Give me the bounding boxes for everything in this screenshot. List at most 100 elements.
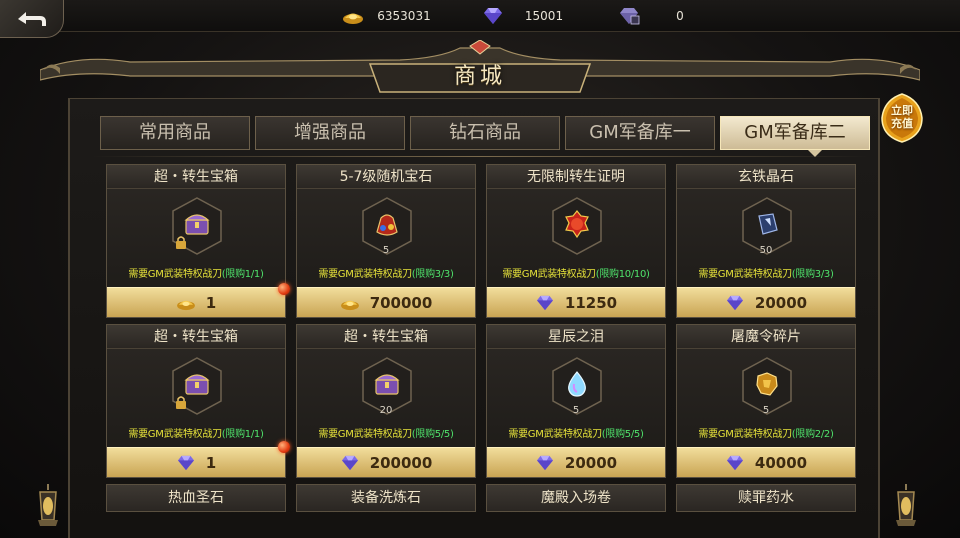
price-button[interactable]: 700000 [297, 287, 475, 317]
shop-item-card[interactable]: 热血圣石 [106, 484, 286, 512]
item-name: 热血圣石 [107, 485, 285, 511]
lantern-icon [38, 484, 58, 526]
shop-item-card[interactable]: 魔殿入场卷 [486, 484, 666, 512]
purchase-limit: (限购3/3) [791, 269, 834, 280]
item-name: 5-7级随机宝石 [297, 165, 475, 189]
diamond-icon [484, 8, 502, 24]
item-name: 超・转生宝箱 [107, 165, 285, 189]
diamond-icon [177, 455, 194, 470]
item-quantity: 20 [379, 405, 393, 416]
item-price: 40000 [754, 453, 808, 472]
tab-enhance-goods[interactable]: 增强商品 [255, 116, 405, 150]
item-name: 魔殿入场卷 [487, 485, 665, 511]
shop-item-card[interactable]: 屠魔令碎片 5 需要GM武装特权战刀(限购2/2) 40000 [676, 324, 856, 478]
requirement-text: 需要GM武装特权战刀 [128, 429, 222, 440]
purchase-requirement: 需要GM武装特权战刀(限购1/1) [107, 265, 285, 280]
gold-amount: 6353031 [377, 9, 431, 23]
purchase-requirement: 需要GM武装特权战刀(限购3/3) [677, 265, 855, 280]
item-price: 11250 [564, 293, 618, 312]
shop-item-card[interactable]: 5-7级随机宝石 5 需要GM武装特权战刀(限购3/3) 700000 [296, 164, 476, 318]
shop-item-card[interactable]: 星辰之泪 5 需要GM武装特权战刀(限购5/5) 20000 [486, 324, 666, 478]
lantern-icon [896, 484, 916, 526]
item-name: 星辰之泪 [487, 325, 665, 349]
bound-diamond-icon [620, 8, 640, 25]
shop-item-card[interactable]: 超・转生宝箱 20 需要GM武装特权战刀(限购5/5) 200000 [296, 324, 476, 478]
shop-item-card[interactable]: 超・转生宝箱 需要GM武装特权战刀(限购1/1) 1 [106, 164, 286, 318]
purchase-limit: (限购3/3) [411, 269, 454, 280]
price-button[interactable]: 1 [107, 447, 285, 477]
treasure-chest-icon [374, 374, 400, 395]
requirement-text: 需要GM武装特权战刀 [698, 269, 792, 280]
diamond-currency: 15001 [482, 5, 574, 27]
diamond-icon [536, 455, 553, 470]
gold-ingot-icon [340, 300, 359, 310]
purchase-limit: (限购5/5) [601, 429, 644, 440]
page-title: 商城 [453, 64, 506, 89]
item-name: 超・转生宝箱 [297, 325, 475, 349]
price-button[interactable]: 11250 [487, 287, 665, 317]
item-quantity: 50 [759, 245, 773, 256]
item-price: 200000 [369, 453, 433, 472]
item-name: 玄铁晶石 [677, 165, 855, 189]
requirement-text: 需要GM武装特权战刀 [502, 269, 596, 280]
requirement-text: 需要GM武装特权战刀 [698, 429, 792, 440]
purchase-requirement: 需要GM武装特权战刀(限购10/10) [487, 265, 665, 280]
price-button[interactable]: 20000 [487, 447, 665, 477]
tab-diamond-goods[interactable]: 钻石商品 [410, 116, 560, 150]
purchase-limit: (限购5/5) [411, 429, 454, 440]
item-icon-frame [171, 357, 223, 415]
item-icon-frame [171, 197, 223, 255]
diamond-icon [341, 455, 358, 470]
tab-common-goods[interactable]: 常用商品 [100, 116, 250, 150]
diamond-icon [536, 295, 553, 310]
back-arrow-icon [17, 11, 46, 26]
shop-item-card[interactable]: 赎罪药水 [676, 484, 856, 512]
shop-item-card[interactable]: 装备洗炼石 [296, 484, 476, 512]
bound-diamond-amount: 0 [676, 9, 684, 23]
item-name: 赎罪药水 [677, 485, 855, 511]
shop-item-card[interactable]: 超・转生宝箱 需要GM武装特权战刀(限购1/1) 1 [106, 324, 286, 478]
purchase-requirement: 需要GM武装特权战刀(限购5/5) [297, 425, 475, 440]
price-button[interactable]: 200000 [297, 447, 475, 477]
item-name: 无限制转生证明 [487, 165, 665, 189]
lock-icon [176, 236, 186, 249]
crystal-ore-icon [758, 213, 778, 235]
lock-icon [176, 396, 186, 409]
item-price: 700000 [369, 293, 433, 312]
requirement-text: 需要GM武装特权战刀 [508, 429, 602, 440]
purchase-limit: (限购10/10) [595, 269, 650, 280]
currency-bar [0, 0, 960, 32]
requirement-text: 需要GM武装特权战刀 [128, 269, 222, 280]
item-quantity: 5 [572, 405, 580, 416]
diamond-icon [726, 455, 743, 470]
recharge-label: 立即充值 [891, 104, 913, 130]
purchase-requirement: 需要GM武装特权战刀(限购1/1) [107, 425, 285, 440]
diamond-amount: 15001 [524, 9, 564, 23]
gem-bag-icon [376, 214, 398, 236]
token-fragment-icon [756, 372, 778, 396]
gold-ingot-icon [176, 300, 195, 310]
treasure-chest-icon [184, 214, 210, 235]
price-button[interactable]: 20000 [677, 287, 855, 317]
tab-gm-armory-1[interactable]: GM军备库一 [565, 116, 715, 150]
price-button[interactable]: 1 [107, 287, 285, 317]
tab-divider [90, 156, 870, 157]
purchase-requirement: 需要GM武装特权战刀(限购2/2) [677, 425, 855, 440]
recharge-button[interactable]: 立即充值 [878, 92, 926, 144]
item-name: 装备洗炼石 [297, 485, 475, 511]
shop-item-card[interactable]: 玄铁晶石 50 需要GM武装特权战刀(限购3/3) 20000 [676, 164, 856, 318]
purchase-requirement: 需要GM武装特权战刀(限购3/3) [297, 265, 475, 280]
requirement-text: 需要GM武装特权战刀 [318, 429, 412, 440]
item-icon-frame [551, 197, 603, 255]
price-button[interactable]: 40000 [677, 447, 855, 477]
tab-gm-armory-2[interactable]: GM军备库二 [720, 116, 870, 150]
shop-item-card[interactable]: 无限制转生证明 需要GM武装特权战刀(限购10/10) 11250 [486, 164, 666, 318]
requirement-text: 需要GM武装特权战刀 [318, 269, 412, 280]
item-quantity: 5 [762, 405, 770, 416]
back-button[interactable] [0, 0, 64, 38]
purchase-limit: (限购2/2) [791, 429, 834, 440]
diamond-icon [726, 295, 743, 310]
item-quantity: 5 [382, 245, 390, 256]
item-name: 屠魔令碎片 [677, 325, 855, 349]
item-price: 1 [205, 453, 217, 472]
